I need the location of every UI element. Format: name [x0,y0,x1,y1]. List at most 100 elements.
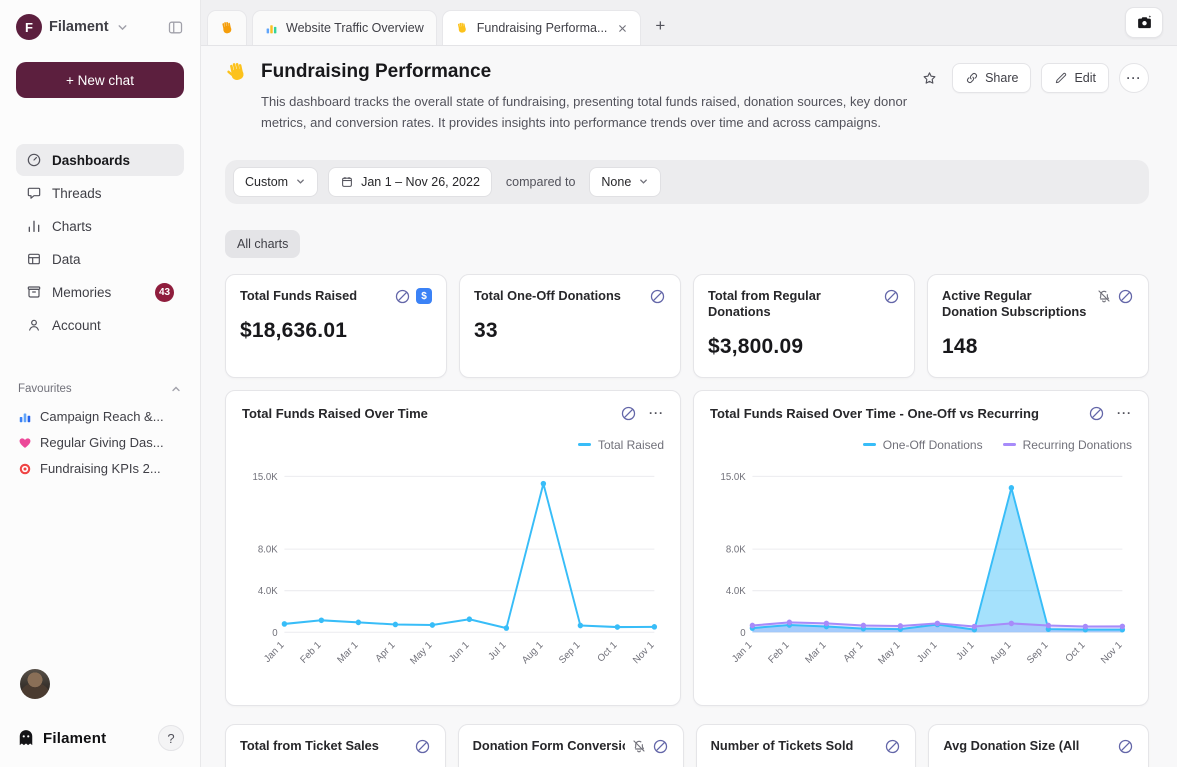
date-range-type-select[interactable]: Custom [233,167,318,197]
chart-legend: Total Raised [242,438,664,452]
circle-slash-icon[interactable] [883,288,900,305]
mini-chart-icon [265,22,278,35]
kpi-title: Total from Ticket Sales [240,738,379,755]
favourite-star-button[interactable] [919,68,940,89]
dashboard-content: Fundraising Performance This dashboard t… [201,46,1177,767]
all-charts-chip[interactable]: All charts [225,230,300,258]
svg-text:Sep 1: Sep 1 [557,639,583,666]
compare-value: None [601,175,631,189]
sidebar-item-label: Dashboards [52,153,130,168]
kpi-card-total-funds-raised: Total Funds Raised $ $18,636.01 [225,274,447,378]
circle-slash-icon[interactable] [884,738,901,755]
svg-text:Jan 1: Jan 1 [262,639,287,665]
svg-text:8.0K: 8.0K [726,544,746,555]
logo-letter: F [25,20,33,35]
tab-bar: Website Traffic Overview Fundraising Per… [201,0,1177,46]
circle-slash-icon[interactable] [1117,288,1134,305]
kpi-card-active-regular-donation-subscriptions: Active Regular Donation Subscriptions 14… [927,274,1149,378]
sidebar-item-charts[interactable]: Charts [16,210,184,242]
screenshot-camera-button[interactable] [1125,7,1163,38]
edit-button[interactable]: Edit [1041,63,1109,93]
edit-label: Edit [1074,71,1096,85]
tab-fundraising-performance[interactable]: Fundraising Performa... [442,10,642,45]
favourite-item-fundraising-kpis[interactable]: Fundraising KPIs 2... [16,461,184,476]
circle-slash-icon[interactable] [652,738,669,755]
legend-item-one-off-donations[interactable]: One-Off Donations [863,438,983,452]
more-options-button[interactable]: ··· [1119,63,1149,93]
user-avatar[interactable] [20,669,50,699]
header-actions: Share Edit ··· [919,60,1149,93]
legend-swatch [1003,443,1016,446]
target-icon [18,462,32,476]
new-chat-button[interactable]: + New chat [16,62,184,98]
svg-text:Jul 1: Jul 1 [954,639,976,662]
legend-label: Total Raised [598,438,664,452]
kpi-card-total-from-regular-donations: Total from Regular Donations $3,800.09 [693,274,915,378]
svg-text:8.0K: 8.0K [258,544,278,555]
svg-text:15.0K: 15.0K [720,471,746,482]
favourite-item-campaign-reach[interactable]: Campaign Reach &... [16,409,184,424]
svg-text:May 1: May 1 [876,639,902,667]
favourite-item-label: Fundraising KPIs 2... [40,461,161,476]
kpi-title: Number of Tickets Sold [711,738,854,755]
circle-slash-icon[interactable] [394,288,411,305]
tab-website-traffic-overview[interactable]: Website Traffic Overview [252,10,437,45]
page-header: Fundraising Performance This dashboard t… [225,60,1149,134]
sidebar-item-label: Memories [52,285,111,300]
legend-swatch [578,443,591,446]
bottom-card-grid: Total from Ticket Sales Donation Form Co… [225,724,1149,767]
bell-slash-icon[interactable] [631,738,647,754]
chart-legend: One-Off Donations Recurring Donations [710,438,1132,452]
sidebar-item-memories[interactable]: Memories 43 [16,276,184,308]
memories-count-badge: 43 [155,283,174,302]
chevron-down-icon [638,176,649,187]
svg-text:0: 0 [740,627,746,638]
circle-slash-icon[interactable] [649,288,666,305]
sidebar-footer: Filament ? [16,725,184,751]
calendar-icon [340,175,354,189]
pinned-tab[interactable] [207,10,247,45]
circle-slash-icon[interactable] [414,738,431,755]
sidebar-item-dashboards[interactable]: Dashboards [16,144,184,176]
collapse-sidebar-icon[interactable] [167,19,184,36]
close-tab-icon[interactable] [617,23,628,34]
date-range-picker[interactable]: Jan 1 – Nov 26, 2022 [328,167,492,197]
sidebar-item-account[interactable]: Account [16,309,184,341]
legend-swatch [863,443,876,446]
chart-menu-button[interactable]: ··· [649,406,664,420]
new-tab-button[interactable]: + [646,11,674,41]
sidebar-item-threads[interactable]: Threads [16,177,184,209]
circle-slash-icon[interactable] [620,405,637,422]
hand-icon [219,20,235,36]
chart-menu-button[interactable]: ··· [1117,406,1132,420]
svg-text:4.0K: 4.0K [258,586,278,597]
favourites-header[interactable]: Favourites [16,383,184,395]
svg-text:Jul 1: Jul 1 [486,639,508,662]
sidebar-item-label: Charts [52,219,92,234]
compare-select[interactable]: None [589,167,661,197]
chart-title: Total Funds Raised Over Time - One-Off v… [710,406,1039,421]
kpi-title: Total from Regular Donations [708,288,860,321]
svg-text:Nov 1: Nov 1 [631,639,657,666]
workspace-chevron-down-icon[interactable] [116,21,129,34]
legend-item-total-raised[interactable]: Total Raised [578,438,664,452]
tab-label: Fundraising Performa... [477,21,608,35]
sidebar-item-data[interactable]: Data [16,243,184,275]
page-title: Fundraising Performance [261,61,491,83]
svg-text:Nov 1: Nov 1 [1099,639,1125,666]
hand-icon [455,21,469,35]
help-button[interactable]: ? [158,725,184,751]
mini-bar-chart-icon [18,410,32,424]
circle-slash-icon[interactable] [1117,738,1134,755]
kpi-title: Total One-Off Donations [474,288,621,305]
share-label: Share [985,71,1018,85]
svg-text:Mar 1: Mar 1 [803,639,828,666]
page-header-left: Fundraising Performance This dashboard t… [225,60,919,134]
circle-slash-icon[interactable] [1088,405,1105,422]
kpi-card-total-one-off-donations: Total One-Off Donations 33 [459,274,681,378]
share-button[interactable]: Share [952,63,1031,93]
legend-item-recurring-donations[interactable]: Recurring Donations [1003,438,1132,452]
chart-card-one-off-vs-recurring: Total Funds Raised Over Time - One-Off v… [693,390,1149,706]
bell-slash-icon[interactable] [1096,288,1112,304]
favourite-item-regular-giving[interactable]: Regular Giving Das... [16,435,184,450]
